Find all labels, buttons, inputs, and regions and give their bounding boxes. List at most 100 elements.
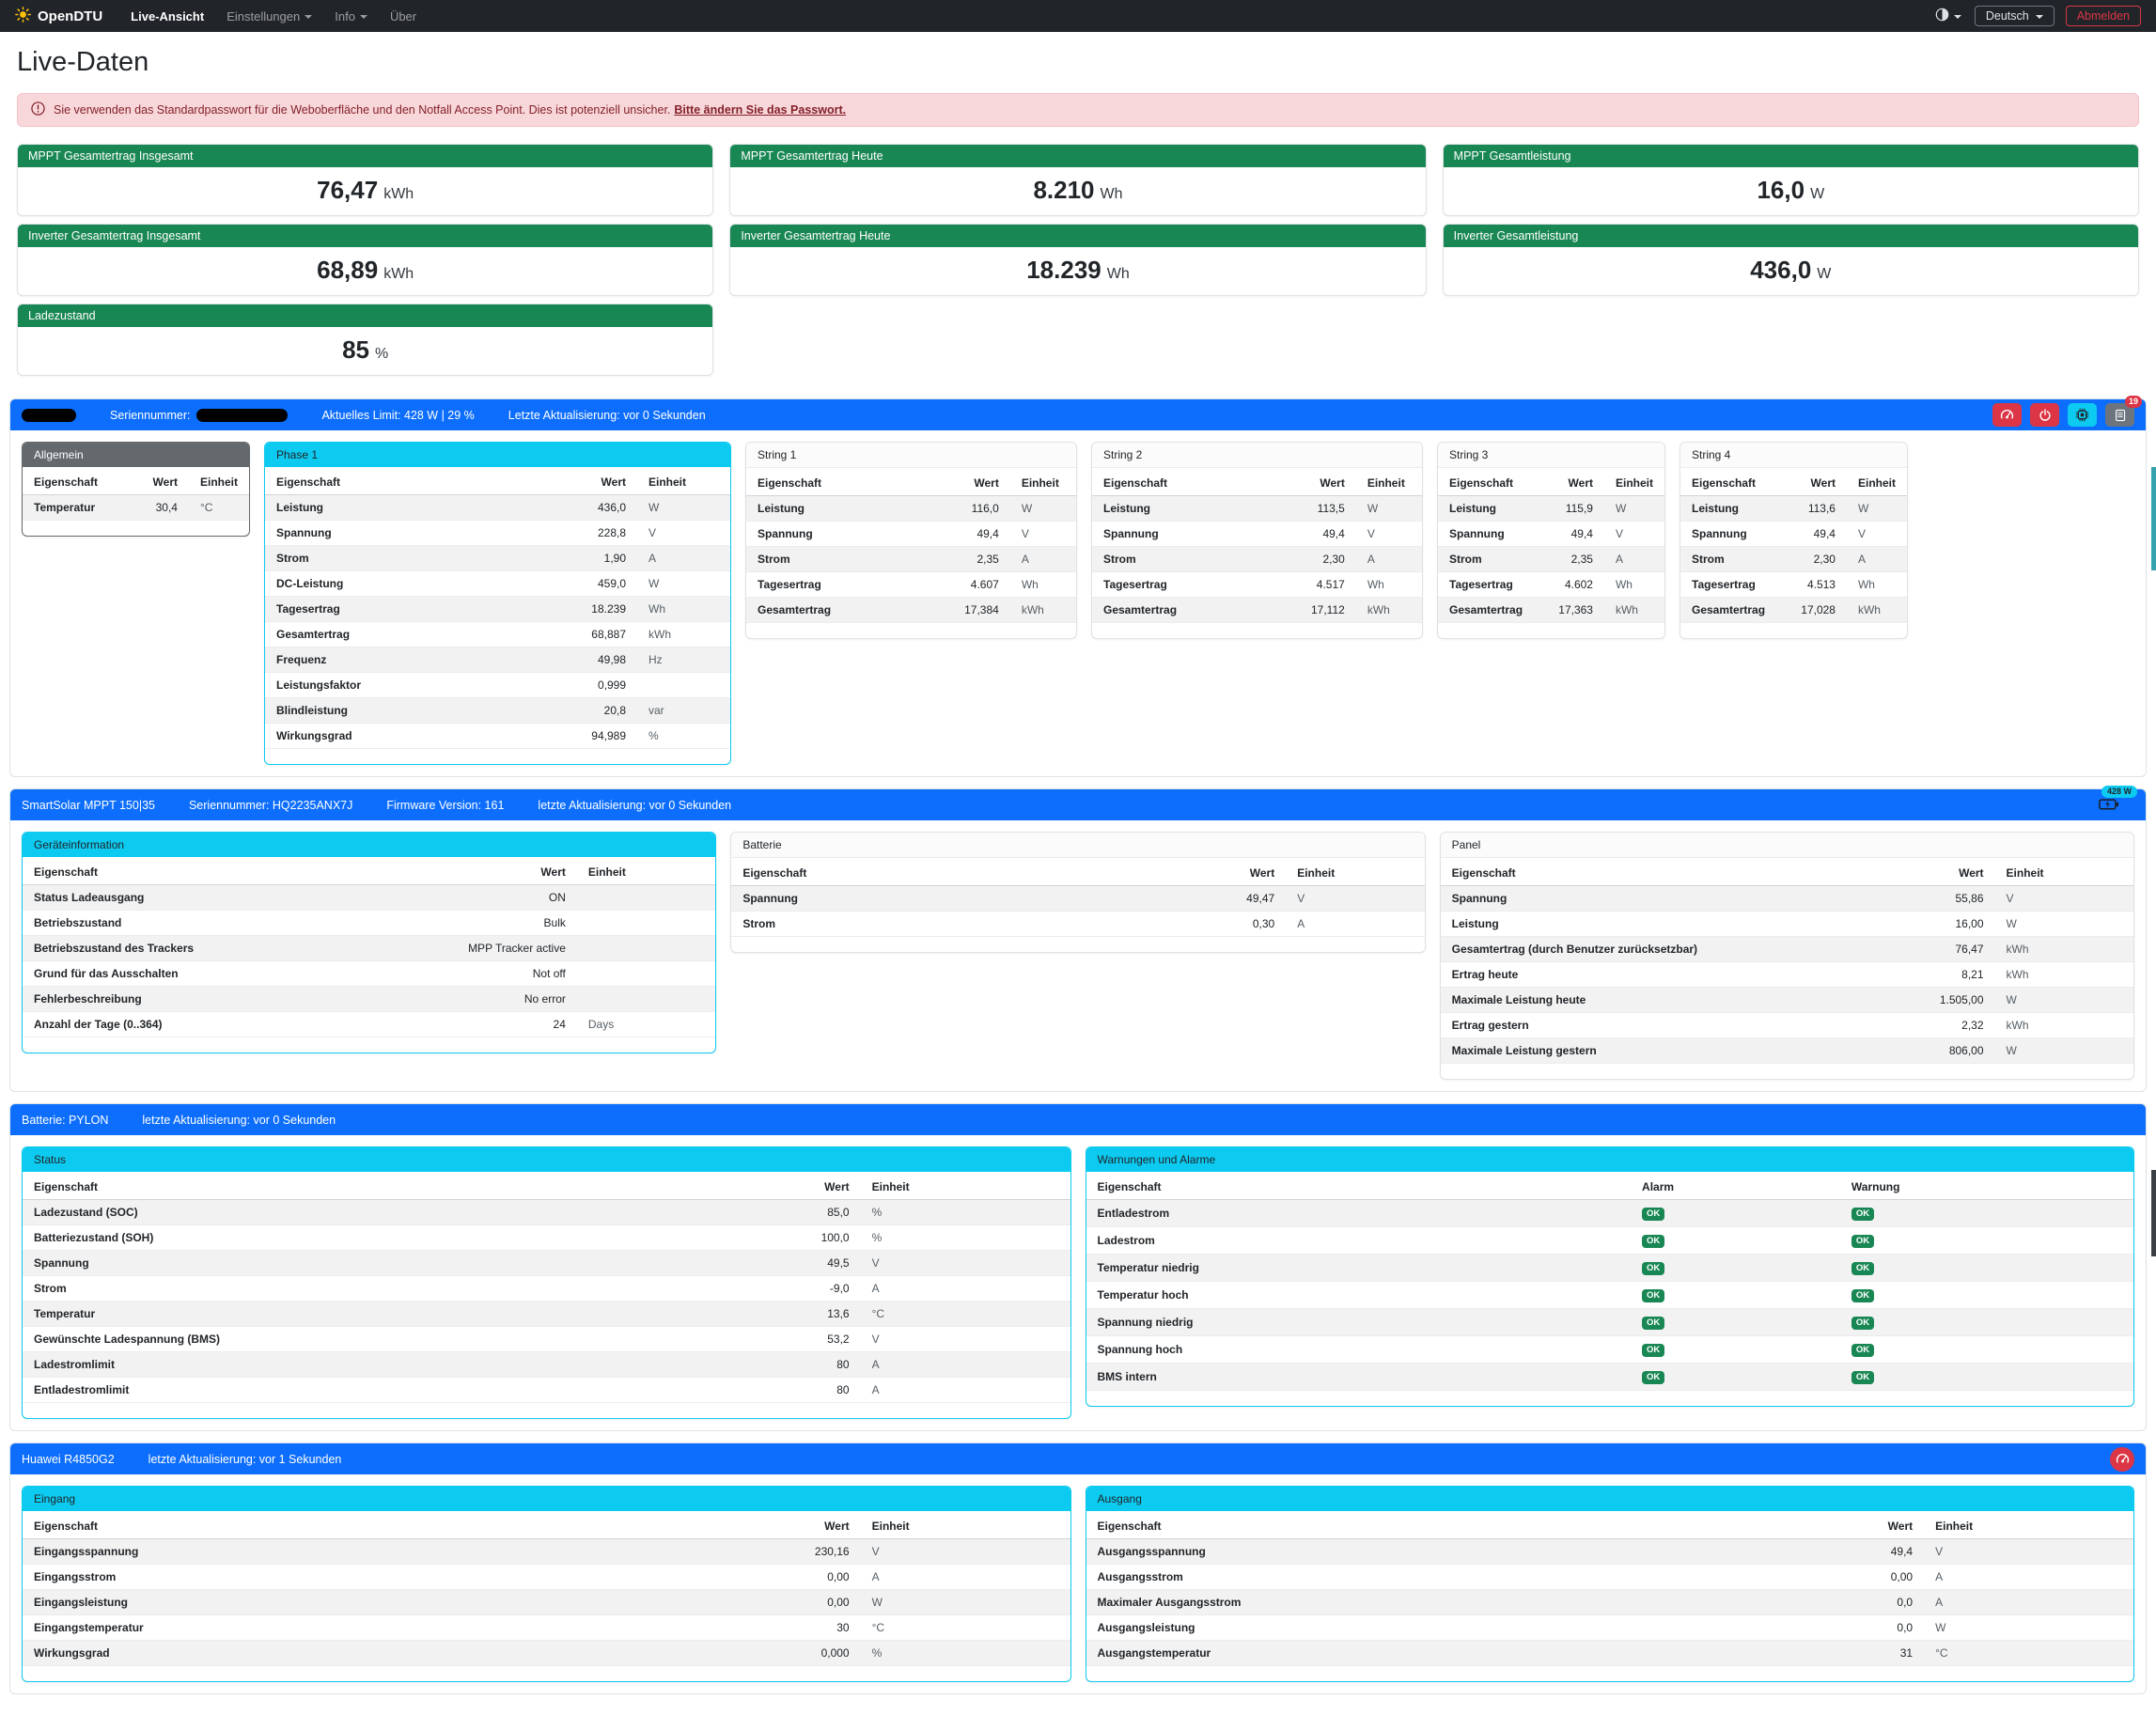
property-unit: W [1995,912,2133,937]
column-header: Einheit [861,1172,1070,1200]
property-unit: % [861,1225,1070,1251]
card-panel: PanelEigenschaftWertEinheitSpannung55,86… [1440,832,2134,1080]
event-log-button[interactable]: 19 [2105,403,2134,427]
change-password-link[interactable]: Bitte ändern Sie das Passwort. [674,103,846,117]
property-unit: Wh [1604,572,1664,598]
column-header: Wert [1258,468,1356,496]
nav-live-ansicht[interactable]: Live-Ansicht [121,6,213,27]
nav-ueber[interactable]: Über [381,6,426,27]
table-row: Strom2,30A [1092,547,1422,572]
navbar-controls: Deutsch Abmelden [1933,6,2141,26]
property-value: 4.517 [1258,572,1356,598]
stat-value-unit: W [1810,186,1824,202]
status-ok-badge: OK [1642,1317,1664,1331]
column-header: Eigenschaft [746,468,912,496]
property-value: 228,8 [508,521,637,546]
language-dropdown[interactable]: Deutsch [1975,6,2054,26]
power-toggle-button[interactable] [2030,403,2059,427]
section-bar-info: letzte Aktualisierung: vor 1 Sekunden [148,1453,342,1466]
table-row: Leistung115,9W [1438,496,1664,522]
property-unit: W [1995,1038,2133,1064]
table-row: DC-Leistung459,0W [265,571,730,597]
column-header: Eigenschaft [731,858,1081,886]
scrollbar-mark[interactable] [2151,1170,2156,1256]
app-brand[interactable]: OpenDTU [15,7,102,26]
table-row: Spannung49,5V [23,1251,1070,1276]
table-row: Strom2,30A [1680,547,1907,572]
device-info-button[interactable] [2068,403,2097,427]
section-bar-info: Aktuelles Limit: 428 W | 29 % [321,409,474,422]
property-value: 0,0 [1738,1615,1924,1641]
property-unit: A [637,546,730,571]
stat-value-number: 16,0 [1757,176,1804,204]
logout-button[interactable]: Abmelden [2066,6,2141,26]
property-label: Spannung [1441,886,1885,912]
status-ok-badge: OK [1642,1344,1664,1358]
property-value: 4.602 [1542,572,1604,598]
column-header: Einheit [1924,1511,2133,1539]
power-settings-button[interactable] [2110,1447,2134,1472]
property-unit: Hz [637,647,730,673]
section-bar-info-text: Letzte Aktualisierung: vor 0 Sekunden [508,409,706,422]
scrollbar-mark[interactable] [2151,467,2156,570]
property-value: 436,0 [508,495,637,521]
property-unit: V [861,1539,1070,1565]
property-label: Strom [1680,547,1785,572]
data-table: EigenschaftWertEinheitAusgangsspannung49… [1086,1511,2134,1666]
main-nav: Live-Ansicht Einstellungen Info Über [121,6,426,27]
property-value: 49,5 [696,1251,861,1276]
table-row: Tagesertrag4.513Wh [1680,572,1907,598]
stat-card-value: 436,0W [1444,247,2138,295]
property-label: Strom [731,912,1081,937]
limit-settings-button[interactable] [1992,403,2022,427]
table-row: Spannung niedrigOKOK [1086,1309,2134,1336]
property-value: 30,4 [130,495,189,521]
data-table: EigenschaftWertEinheitLeistung116,0WSpan… [746,468,1076,623]
data-table: EigenschaftWertEinheitSpannung49,47VStro… [731,858,1424,937]
table-header-row: EigenschaftWertEinheit [23,857,715,885]
property-unit [577,987,715,1012]
property-unit: kWh [1995,1013,2133,1038]
property-value: 100,0 [696,1225,861,1251]
property-value: 49,4 [1542,522,1604,547]
property-label: Ladezustand (SOC) [23,1200,696,1225]
table-row: Gesamtertrag17,384kWh [746,598,1076,623]
alert-text: Sie verwenden das Standardpasswort für d… [54,103,670,117]
status-ok-badge: OK [1851,1289,1874,1303]
table-row: Eingangstemperatur30°C [23,1615,1070,1641]
table-row: Gesamtertrag (durch Benutzer zurücksetzb… [1441,937,2133,962]
warning-cell: OK [1840,1364,2133,1391]
column-header: Einheit [1995,858,2133,886]
nav-info[interactable]: Info [325,6,377,27]
column-header: Wert [912,468,1010,496]
property-label: Gesamtertrag (durch Benutzer zurücksetzb… [1441,937,1885,962]
table-row: Leistung116,0W [746,496,1076,522]
card-title: Eingang [23,1487,1070,1511]
status-ok-badge: OK [1642,1262,1664,1276]
table-row: Batteriezustand (SOH)100,0% [23,1225,1070,1251]
table-row: Gesamtertrag17,363kWh [1438,598,1664,623]
column-header: Wert [696,1172,861,1200]
property-unit: kWh [637,622,730,647]
property-value: 1.505,00 [1884,988,1994,1013]
data-table: EigenschaftWertEinheitTemperatur30,4°C [23,467,249,521]
table-row: Leistung113,5W [1092,496,1422,522]
card-string-2: String 2EigenschaftWertEinheitLeistung11… [1091,442,1423,639]
property-value: 2,30 [1785,547,1847,572]
stat-value-number: 8.210 [1033,176,1094,204]
property-label: Spannung [265,521,508,546]
property-label: Maximale Leistung gestern [1441,1038,1885,1064]
property-unit: V [1847,522,1907,547]
alert-message: Sie verwenden das Standardpasswort für d… [54,103,846,117]
table-header-row: EigenschaftWertEinheit [1680,468,1907,496]
stat-card-title: Inverter Gesamtertrag Insgesamt [18,225,712,247]
theme-toggle-button[interactable] [1933,6,1963,26]
section-title: Batterie: PYLON [22,1114,108,1127]
nav-einstellungen[interactable]: Einstellungen [217,6,321,27]
property-label: Ausgangsleistung [1086,1615,1739,1641]
column-header: Wert [357,857,577,885]
column-header: Warnung [1840,1172,2133,1200]
property-label: BMS intern [1086,1364,1632,1391]
property-label: Strom [1092,547,1258,572]
column-header: Eigenschaft [1092,468,1258,496]
